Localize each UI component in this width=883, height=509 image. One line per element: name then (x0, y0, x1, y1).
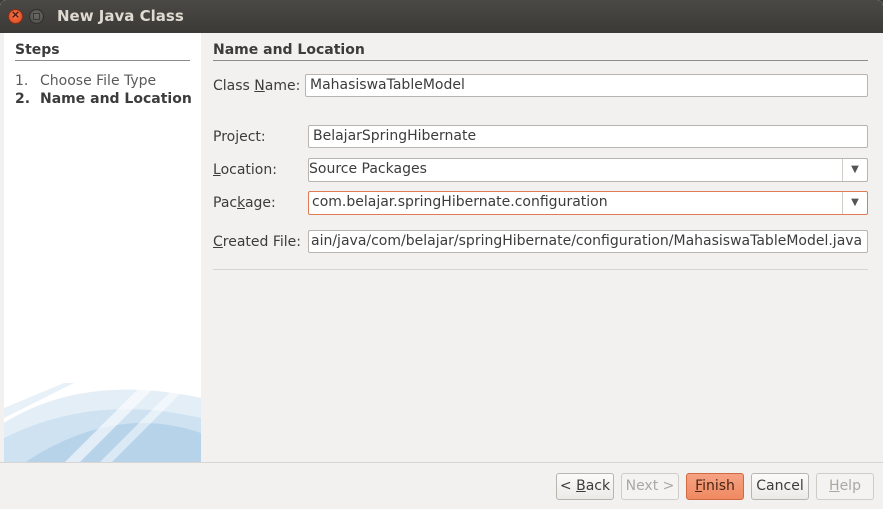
help-button[interactable]: Help (816, 473, 874, 500)
chevron-down-icon[interactable]: ▼ (842, 159, 867, 181)
window-title: New Java Class (57, 7, 184, 25)
package-combobox[interactable]: com.belajar.springHibernate.configuratio… (308, 191, 868, 215)
content-divider (213, 269, 868, 270)
package-label: Package: (213, 195, 276, 211)
content-panel: Name and Location Class Name: MahasiswaT… (201, 33, 883, 462)
created-file-label: Created File: (213, 234, 302, 250)
chevron-down-icon[interactable]: ▼ (842, 192, 867, 214)
project-field: BelajarSpringHibernate (308, 125, 868, 148)
finish-button[interactable]: Finish (686, 473, 744, 500)
step-choose-file-type: 1. Choose File Type (15, 73, 156, 89)
created-file-field: ain/java/com/belajar/springHibernate/con… (308, 230, 868, 253)
close-icon[interactable]: × (8, 8, 23, 24)
new-java-class-dialog: × New Java Class Steps 1. Choose File Typ… (0, 0, 883, 509)
class-name-label: Class Name: (213, 78, 301, 94)
cancel-button[interactable]: Cancel (751, 473, 809, 500)
step-label: Name and Location (40, 91, 192, 107)
step-label: Choose File Type (40, 73, 157, 89)
minimize-icon[interactable] (29, 9, 44, 24)
button-bar: < Back Next > Finish Cancel Help (0, 462, 883, 509)
location-label: Location: (213, 162, 277, 178)
location-dropdown[interactable]: Source Packages ▼ (308, 158, 868, 182)
next-button[interactable]: Next > (621, 473, 679, 500)
back-button[interactable]: < Back (556, 473, 614, 500)
step-number: 2. (15, 91, 31, 107)
steps-panel: Steps 1. Choose File Type 2. Name and Loca… (4, 33, 201, 462)
section-title: Name and Location (213, 42, 365, 58)
section-divider (213, 60, 868, 61)
steps-divider (15, 60, 190, 61)
steps-heading: Steps (15, 42, 60, 58)
wizard-decoration-graphic (4, 373, 201, 462)
step-number: 1. (15, 73, 29, 89)
location-value: Source Packages (309, 161, 427, 177)
package-value[interactable]: com.belajar.springHibernate.configuratio… (312, 194, 608, 210)
project-label: Project: (213, 129, 266, 145)
class-name-field[interactable]: MahasiswaTableModel (305, 74, 868, 97)
step-name-and-location: 2. Name and Location (15, 91, 192, 107)
title-bar[interactable]: × New Java Class (0, 0, 883, 33)
